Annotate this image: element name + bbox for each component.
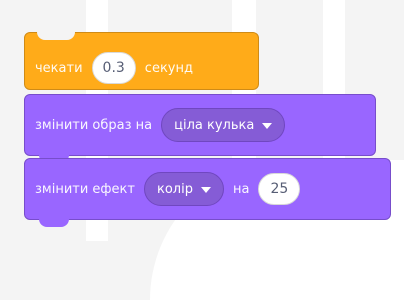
switch-costume-block[interactable]: змінити образ на ціла кулька bbox=[24, 94, 376, 163]
effect-dropdown-value: колір bbox=[156, 181, 193, 197]
effect-amount-input[interactable]: 25 bbox=[258, 173, 301, 205]
chevron-down-icon bbox=[262, 123, 273, 129]
wait-seconds-block[interactable]: чекати 0.3 секунд bbox=[24, 32, 259, 90]
effect-dropdown[interactable]: колір bbox=[143, 172, 224, 206]
change-effect-label: змінити ефект bbox=[35, 181, 135, 197]
costume-dropdown[interactable]: ціла кулька bbox=[161, 108, 286, 142]
seconds-label: секунд bbox=[144, 60, 193, 76]
costume-dropdown-value: ціла кулька bbox=[174, 117, 255, 133]
chevron-down-icon bbox=[200, 187, 211, 193]
wait-label: чекати bbox=[35, 60, 83, 76]
switch-costume-label: змінити образ на bbox=[35, 117, 153, 133]
wait-seconds-input[interactable]: 0.3 bbox=[91, 52, 136, 84]
change-effect-block[interactable]: змінити ефект колір на 25 bbox=[24, 158, 391, 227]
block-notch bbox=[39, 218, 69, 227]
by-label: на bbox=[232, 181, 250, 197]
